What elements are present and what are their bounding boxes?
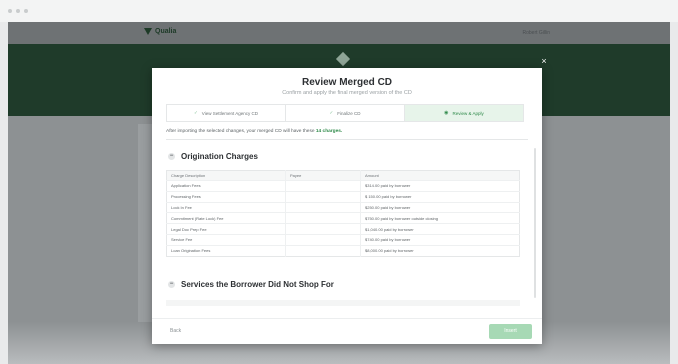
charge-payee — [285, 212, 361, 224]
charge-amount: $250.00 paid by borrower — [360, 201, 520, 213]
section-header-origination[interactable]: − Origination Charges — [168, 152, 258, 161]
back-button[interactable]: Back — [170, 328, 181, 334]
app-header: Qualia Robert Gillin — [8, 22, 670, 44]
brand-logo[interactable]: Qualia — [144, 28, 176, 35]
step-view-settlement-cd[interactable]: ✓ View Settlement Agency CD — [167, 105, 286, 121]
step-review-apply[interactable]: ◉ Review & Apply — [405, 105, 523, 121]
charge-amount: $314.00 paid by borrower — [360, 180, 520, 192]
charge-amount: $740.00 paid by borrower — [360, 233, 520, 246]
table-row: Lock In Fee $250.00 paid by borrower — [166, 201, 520, 213]
close-icon[interactable]: × — [539, 56, 549, 66]
table-row: Commitment (Rate Lock) Fee $750.00 paid … — [166, 212, 520, 224]
charge-amount: $8,000.00 paid by borrower — [360, 244, 520, 257]
collapse-icon[interactable]: − — [168, 281, 175, 288]
check-icon: ✓ — [329, 110, 334, 115]
merge-summary-text: After importing the selected changes, yo… — [166, 129, 342, 134]
user-menu[interactable]: Robert Gillin — [522, 30, 550, 36]
summary-prefix: After importing the selected changes, yo… — [166, 129, 316, 134]
modal-subtitle: Confirm and apply the final merged versi… — [282, 90, 412, 96]
step-label: View Settlement Agency CD — [201, 110, 258, 116]
charge-payee — [285, 190, 361, 203]
charge-description: Commitment (Rate Lock) Fee — [166, 212, 286, 224]
window-minimize-dot[interactable] — [16, 9, 20, 13]
browser-window: Qualia Robert Gillin × Review Merged CD … — [0, 0, 678, 364]
review-merged-cd-modal: Review Merged CD Confirm and apply the f… — [152, 68, 542, 344]
charge-description: Legal Doc Prep Fee — [166, 223, 286, 235]
charge-description: Application Fees — [166, 180, 286, 192]
brand-name: Qualia — [155, 28, 177, 35]
step-label: Review & Apply — [452, 110, 484, 116]
charge-description: Processing Fees — [166, 190, 286, 203]
table-header-row: Charge Description Payee Amount — [166, 170, 520, 181]
step-finalize-cd[interactable]: ✓ Finalize CD — [286, 105, 405, 121]
charge-payee — [285, 180, 361, 192]
charge-payee — [285, 201, 361, 213]
origination-charges-table: Charge Description Payee Amount Applicat… — [166, 170, 520, 257]
table-row: Loan Origination Fees $8,000.00 paid by … — [166, 244, 520, 257]
insert-button[interactable]: Insert — [489, 324, 532, 339]
charge-payee — [285, 223, 361, 235]
step-label: Finalize CD — [337, 110, 361, 116]
charge-description: Loan Origination Fees — [166, 244, 286, 257]
window-zoom-dot[interactable] — [24, 9, 28, 13]
table-row: Processing Fees $ 150.00 paid by borrowe… — [166, 190, 520, 203]
charge-amount: $1,040.00 paid by borrower — [360, 223, 520, 235]
home-icon — [335, 51, 351, 67]
table-row: Legal Doc Prep Fee $1,040.00 paid by bor… — [166, 223, 520, 235]
charge-payee — [285, 244, 361, 257]
section-title: Origination Charges — [181, 152, 258, 161]
charge-payee — [285, 233, 361, 246]
modal-scrollbar[interactable] — [534, 148, 536, 298]
check-icon: ✓ — [194, 110, 198, 115]
qualia-logo-icon — [144, 28, 152, 35]
section-header-services-not-shopped[interactable]: − Services the Borrower Did Not Shop For — [168, 280, 334, 289]
modal-footer: Back Insert — [152, 318, 542, 345]
column-header: Payee — [285, 170, 361, 181]
step-indicator: ✓ View Settlement Agency CD ✓ Finalize C… — [166, 104, 524, 122]
table-row: Application Fees $314.00 paid by borrowe… — [166, 180, 520, 192]
window-close-dot[interactable] — [8, 9, 12, 13]
current-step-icon: ◉ — [444, 110, 449, 116]
column-header: Amount — [360, 170, 520, 181]
section-title: Services the Borrower Did Not Shop For — [181, 280, 334, 289]
charge-description: Service Fee — [166, 233, 286, 246]
divider — [166, 139, 528, 140]
table-header-row-faded — [166, 300, 520, 306]
column-header: Charge Description — [166, 170, 286, 181]
charge-description: Lock In Fee — [166, 201, 286, 213]
modal-title: Review Merged CD — [301, 77, 393, 88]
table-row: Service Fee $740.00 paid by borrower — [166, 233, 520, 246]
charge-amount: $750.00 paid by borrower outside closing — [360, 212, 520, 224]
charge-amount: $ 150.00 paid by borrower — [360, 190, 520, 203]
window-titlebar — [0, 0, 678, 22]
charge-count: 14 charges. — [315, 129, 343, 134]
collapse-icon[interactable]: − — [168, 153, 175, 160]
